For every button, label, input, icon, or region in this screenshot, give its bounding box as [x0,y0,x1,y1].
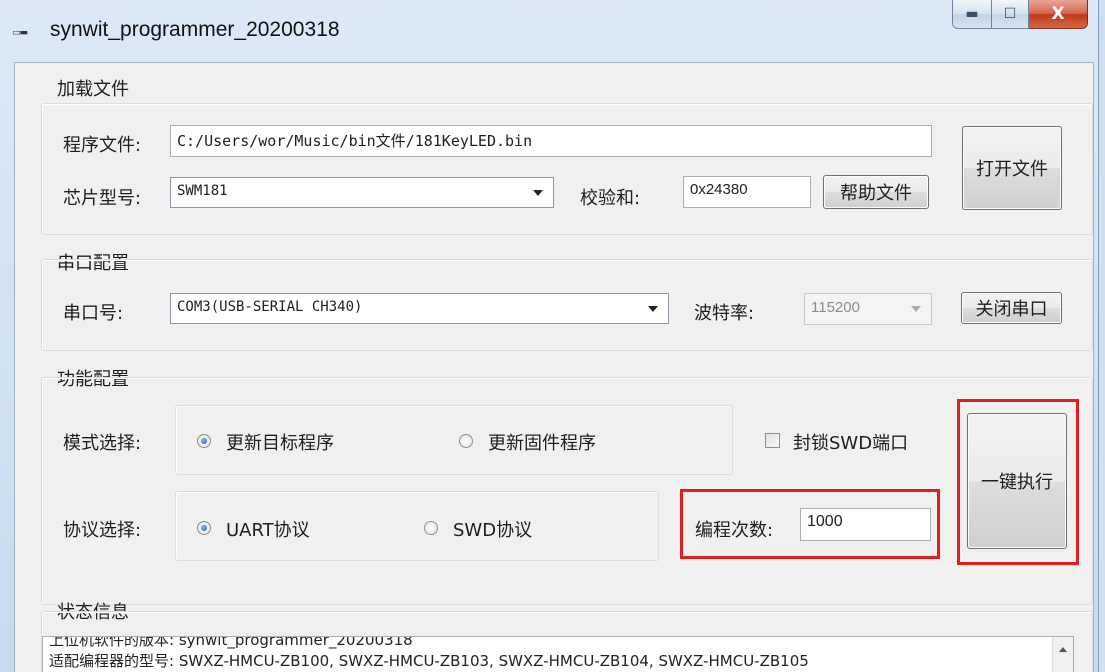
protocol-swd-label[interactable]: SWD协议 [453,516,532,542]
chevron-down-icon [911,306,921,312]
mode-update-target-radio[interactable] [197,434,211,448]
maximize-icon: ☐ [1003,6,1017,22]
load-file-group-title: 加载文件 [57,79,129,100]
app-icon: ▭▬ [12,28,28,38]
protocol-select-label: 协议选择: [63,520,142,541]
close-button[interactable]: X [1029,0,1088,29]
baud-rate-select[interactable]: 115200 [804,293,932,325]
app-window: ▭▬ synwit_programmer_20200318 ▬ ☐ X 加载文件… [0,0,1099,672]
chip-model-select[interactable]: SWM181 [170,177,554,208]
checksum-field[interactable]: 0x24380 [683,176,811,208]
close-icon: X [1051,4,1065,24]
protocol-swd-radio[interactable] [424,521,438,535]
lock-swd-label[interactable]: 封锁SWD端口 [793,429,908,455]
status-scrollbar[interactable] [1052,637,1073,672]
client-area: 加载文件 程序文件: C:/Users/wor/Music/bin文件/181K… [14,62,1094,672]
close-port-button[interactable]: 关闭串口 [961,292,1062,324]
title-bar[interactable]: ▭▬ synwit_programmer_20200318 ▬ ☐ X [0,0,1098,62]
execute-button-highlight [957,399,1079,565]
protocol-uart-label[interactable]: UART协议 [226,516,310,542]
program-count-highlight [680,489,940,559]
status-log[interactable]: 上位机软件的版本: synwit_programmer_20200318 适配编… [42,636,1074,672]
status-line-version: 上位机软件的版本: synwit_programmer_20200318 [49,636,413,649]
help-file-button[interactable]: 帮助文件 [823,175,929,209]
window-title: synwit_programmer_20200318 [50,18,340,41]
serial-port-select[interactable]: COM3(USB-SERIAL CH340) [170,293,669,324]
mode-select-label: 模式选择: [63,433,142,454]
open-file-button[interactable]: 打开文件 [962,126,1062,210]
chip-model-value: SWM181 [177,183,228,199]
scroll-up-arrow-icon[interactable] [1059,647,1067,652]
mode-update-firmware-radio[interactable] [459,434,473,448]
minimize-button[interactable]: ▬ [952,0,992,29]
serial-port-value: COM3(USB-SERIAL CH340) [177,299,363,315]
chevron-down-icon [533,189,543,196]
maximize-button[interactable]: ☐ [992,0,1029,29]
program-file-path-input[interactable]: C:/Users/wor/Music/bin文件/181KeyLED.bin [170,125,932,157]
status-line-models: 适配编程器的型号: SWXZ-HMCU-ZB100, SWXZ-HMCU-ZB1… [49,652,809,670]
checksum-label: 校验和: [580,188,641,209]
baud-rate-label: 波特率: [694,303,755,324]
chevron-down-icon [648,305,658,312]
minimize-icon: ▬ [965,6,979,22]
caption-buttons: ▬ ☐ X [952,0,1088,42]
lock-swd-checkbox[interactable] [765,433,780,448]
chip-model-label: 芯片型号: [63,188,142,209]
mode-update-target-label[interactable]: 更新目标程序 [226,429,334,455]
program-file-label: 程序文件: [63,135,142,156]
serial-port-label: 串口号: [63,303,124,324]
protocol-uart-radio[interactable] [197,521,211,535]
load-file-group [41,103,1093,235]
mode-update-firmware-label[interactable]: 更新固件程序 [488,429,596,455]
baud-rate-value: 115200 [811,299,860,316]
